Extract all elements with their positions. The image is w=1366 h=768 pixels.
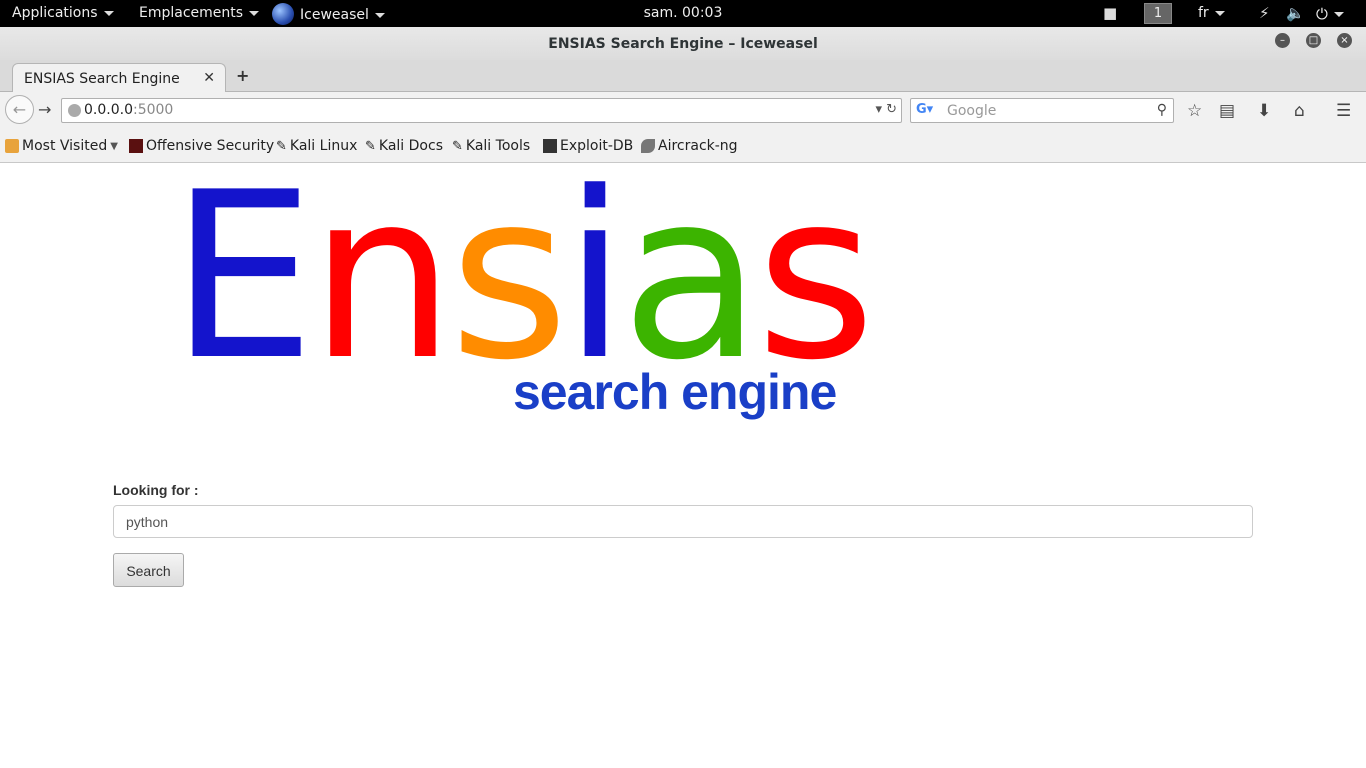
gnome-top-bar: Applications Emplacements Iceweasel sam.… <box>0 0 1366 27</box>
reading-list-icon[interactable]: ▤ <box>1219 101 1235 121</box>
chevron-down-icon: ▼ <box>110 140 118 152</box>
bookmark-label: Most Visited <box>22 138 108 154</box>
system-menu[interactable]: ⏻ <box>1316 5 1344 23</box>
url-port: :5000 <box>132 102 174 118</box>
tab-ensias[interactable]: ENSIAS Search Engine ✕ <box>12 63 226 93</box>
close-window-button[interactable]: × <box>1337 33 1352 48</box>
search-icon[interactable]: ⚲ <box>1157 102 1167 118</box>
video-camera-icon[interactable]: ■ <box>1103 4 1117 22</box>
logo-letter: s <box>449 144 569 411</box>
forward-button[interactable]: → <box>38 100 51 119</box>
bookmark-most-visited[interactable]: Most Visited ▼ <box>5 138 118 154</box>
logo-letter: E <box>170 144 315 411</box>
navigation-bar: ← → 0.0.0.0:5000 ▾ ↻ G▾ Google ⚲ ☆ ▤ ⬇ ⌂… <box>0 92 1366 128</box>
tab-strip: ENSIAS Search Engine ✕ + <box>0 60 1366 93</box>
language-menu[interactable]: fr <box>1198 5 1225 21</box>
bookmark-star-icon[interactable]: ☆ <box>1187 101 1202 121</box>
search-button[interactable]: Search <box>113 553 184 587</box>
download-icon[interactable]: ⬇ <box>1257 101 1271 121</box>
reload-icon[interactable]: ▾ ↻ <box>875 102 897 117</box>
home-icon[interactable]: ⌂ <box>1294 101 1305 121</box>
tab-label: ENSIAS Search Engine <box>24 71 180 87</box>
search-input[interactable]: python <box>113 505 1253 538</box>
ensias-logo: Ensias <box>170 144 876 411</box>
new-tab-button[interactable]: + <box>236 66 249 85</box>
language-label: fr <box>1198 5 1209 21</box>
volume-icon[interactable]: 🔈 <box>1286 4 1305 22</box>
search-label: Looking for : <box>113 482 199 498</box>
logo-letter: a <box>620 144 762 411</box>
page-content: Ensias search engine Looking for : pytho… <box>0 163 1366 768</box>
url-bar[interactable]: 0.0.0.0:5000 ▾ ↻ <box>61 98 902 123</box>
chevron-down-icon <box>1214 10 1225 16</box>
logo-subtitle: search engine <box>513 364 837 420</box>
power-icon: ⏻ <box>1316 5 1328 23</box>
close-tab-icon[interactable]: ✕ <box>203 70 215 86</box>
back-button[interactable]: ← <box>5 95 34 124</box>
menu-icon[interactable]: ☰ <box>1336 101 1351 121</box>
logo-letter: i <box>562 144 627 411</box>
window-title-bar: ENSIAS Search Engine – Iceweasel – □ × <box>0 27 1366 60</box>
window-title: ENSIAS Search Engine – Iceweasel <box>548 36 818 52</box>
minimize-button[interactable]: – <box>1275 33 1290 48</box>
url-host: 0.0.0.0 <box>84 102 133 118</box>
workspace-indicator[interactable]: 1 <box>1144 3 1172 24</box>
network-icon[interactable]: ⚡ <box>1259 4 1270 22</box>
globe-icon <box>68 104 81 117</box>
chevron-down-icon <box>1333 11 1344 17</box>
google-icon[interactable]: G▾ <box>916 102 933 117</box>
maximize-button[interactable]: □ <box>1306 33 1321 48</box>
logo-letter: s <box>755 144 876 411</box>
folder-icon <box>5 139 19 153</box>
search-placeholder: Google <box>947 103 997 119</box>
offsec-icon <box>129 139 143 153</box>
logo-letter: n <box>309 144 455 411</box>
search-bar[interactable]: G▾ Google ⚲ <box>910 98 1174 123</box>
